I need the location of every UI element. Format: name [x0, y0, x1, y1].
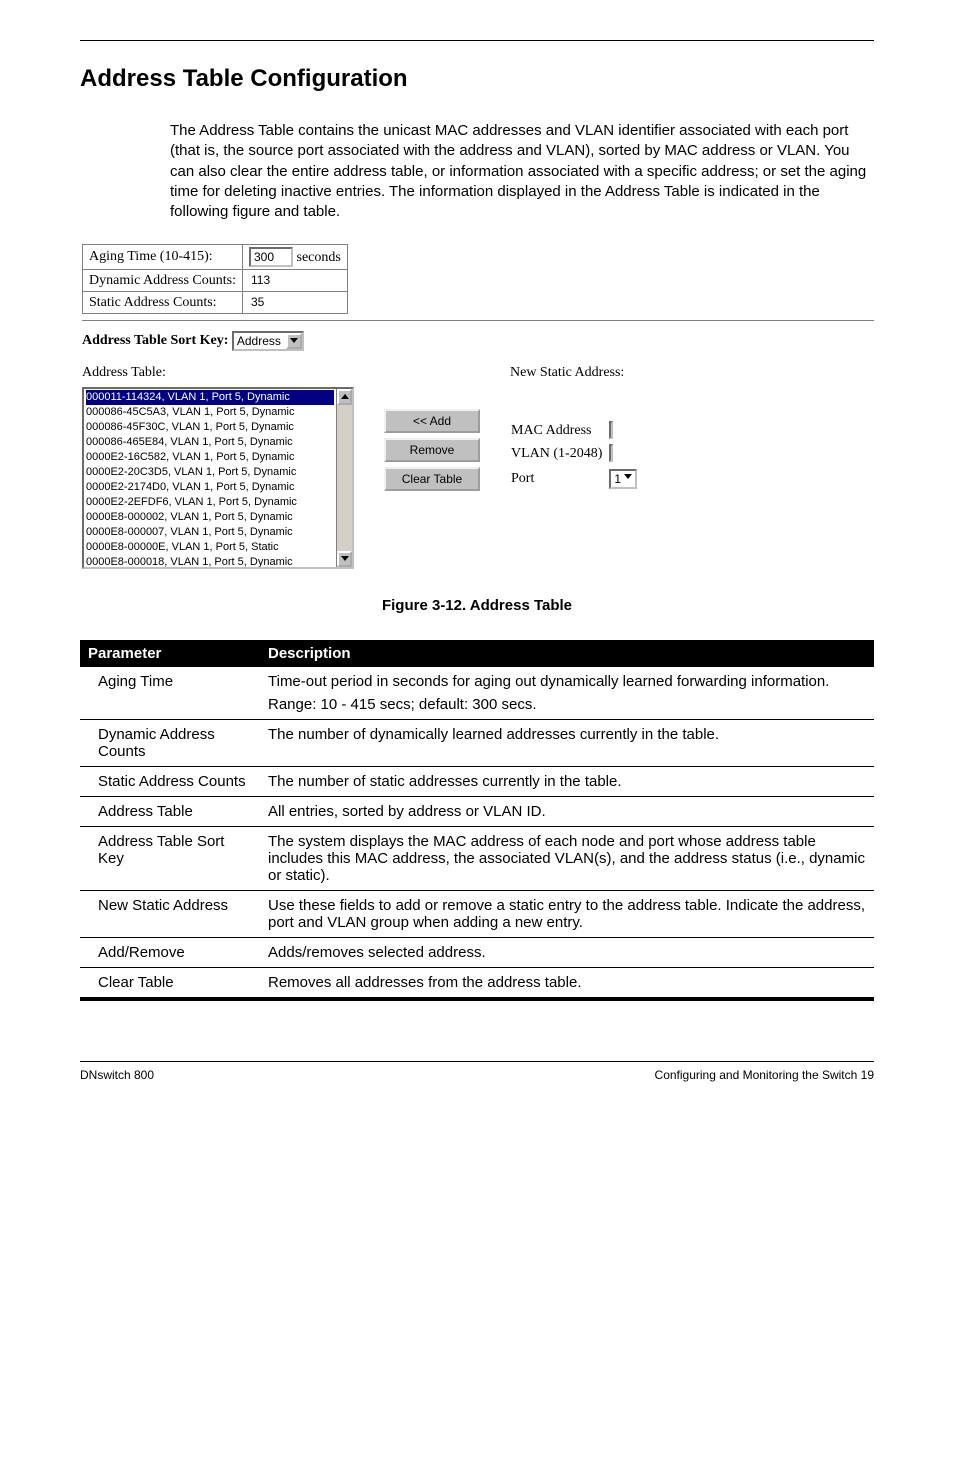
- top-rule: [80, 40, 874, 41]
- param-desc: All entries, sorted by address or VLAN I…: [260, 797, 874, 827]
- listbox-scrollbar[interactable]: [336, 389, 352, 567]
- footer-right: Configuring and Monitoring the Switch 19: [655, 1068, 874, 1082]
- col-description: Description: [260, 640, 874, 667]
- parameter-table: Parameter Description Aging Time Time-ou…: [80, 640, 874, 998]
- list-item[interactable]: 0000E8-000018, VLAN 1, Port 5, Dynamic: [86, 555, 334, 569]
- vlan-input[interactable]: [609, 444, 613, 462]
- param-name: Dynamic Address Counts: [80, 720, 260, 767]
- list-item[interactable]: 0000E2-20C3D5, VLAN 1, Port 5, Dynamic: [86, 465, 334, 480]
- remove-button[interactable]: Remove: [384, 438, 480, 462]
- scroll-up-icon[interactable]: [337, 389, 352, 405]
- param-name: Address Table: [80, 797, 260, 827]
- port-dropdown[interactable]: 1: [609, 469, 637, 489]
- param-desc-extra: Range: 10 - 415 secs; default: 300 secs.: [260, 692, 874, 720]
- ui-screenshot: Aging Time (10-415): 300 seconds Dynamic…: [82, 244, 874, 569]
- add-button[interactable]: << Add: [384, 409, 480, 433]
- param-desc: Adds/removes selected address.: [260, 938, 874, 968]
- mac-address-input[interactable]: [609, 421, 613, 439]
- list-item[interactable]: 0000E2-2EFDF6, VLAN 1, Port 5, Dynamic: [86, 495, 334, 510]
- list-item[interactable]: 000086-45F30C, VLAN 1, Port 5, Dynamic: [86, 420, 334, 435]
- param-name: Address Table Sort Key: [80, 827, 260, 891]
- chevron-down-icon: [286, 333, 302, 349]
- new-static-fields: MAC Address VLAN (1-2048) Port 1: [510, 417, 643, 495]
- dynamic-counts-label: Dynamic Address Counts:: [83, 270, 243, 292]
- sort-key-value: Address: [237, 334, 281, 348]
- param-desc: Removes all addresses from the address t…: [260, 968, 874, 998]
- port-value: 1: [614, 472, 621, 486]
- sort-key-dropdown[interactable]: Address: [232, 331, 304, 351]
- address-table-listbox[interactable]: 000011-114324, VLAN 1, Port 5, Dynamic 0…: [82, 387, 354, 569]
- figure-caption: Figure 3-12. Address Table: [80, 597, 874, 614]
- address-table-label: Address Table:: [82, 365, 354, 381]
- mac-address-label: MAC Address: [510, 422, 608, 440]
- port-label: Port: [510, 468, 608, 490]
- param-desc: Time-out period in seconds for aging out…: [260, 667, 874, 692]
- chevron-down-icon: [621, 471, 635, 487]
- param-desc: The number of static addresses currently…: [260, 767, 874, 797]
- scroll-down-icon[interactable]: [337, 551, 352, 567]
- clear-table-button[interactable]: Clear Table: [384, 467, 480, 491]
- list-item[interactable]: 0000E8-000007, VLAN 1, Port 5, Dynamic: [86, 525, 334, 540]
- page-footer: DNswitch 800 Configuring and Monitoring …: [80, 1061, 874, 1082]
- list-item[interactable]: 000086-465E84, VLAN 1, Port 5, Dynamic: [86, 435, 334, 450]
- param-name: New Static Address: [80, 891, 260, 938]
- param-name: Add/Remove: [80, 938, 260, 968]
- list-item[interactable]: 0000E8-00000E, VLAN 1, Port 5, Static: [86, 540, 334, 555]
- list-item[interactable]: 0000E8-000002, VLAN 1, Port 5, Dynamic: [86, 510, 334, 525]
- param-name: Static Address Counts: [80, 767, 260, 797]
- param-desc: The system displays the MAC address of e…: [260, 827, 874, 891]
- dynamic-counts-value: 113: [249, 273, 270, 287]
- footer-left: DNswitch 800: [80, 1068, 154, 1082]
- param-name: Aging Time: [80, 667, 260, 692]
- static-counts-value: 35: [249, 295, 264, 309]
- param-desc: The number of dynamically learned addres…: [260, 720, 874, 767]
- list-item[interactable]: 000086-45C5A3, VLAN 1, Port 5, Dynamic: [86, 405, 334, 420]
- param-name: Clear Table: [80, 968, 260, 998]
- sort-key-label: Address Table Sort Key:: [82, 333, 228, 348]
- vlan-label: VLAN (1-2048): [510, 445, 608, 463]
- aging-time-input[interactable]: 300: [249, 247, 293, 267]
- intro-paragraph: The Address Table contains the unicast M…: [170, 121, 874, 222]
- new-static-label: New Static Address:: [510, 365, 643, 381]
- list-item[interactable]: 000011-114324, VLAN 1, Port 5, Dynamic: [86, 390, 334, 405]
- aging-time-unit: seconds: [297, 250, 341, 265]
- page-title: Address Table Configuration: [80, 65, 874, 93]
- aging-table: Aging Time (10-415): 300 seconds Dynamic…: [82, 244, 348, 314]
- param-desc: Use these fields to add or remove a stat…: [260, 891, 874, 938]
- col-parameter: Parameter: [80, 640, 260, 667]
- sort-key-row: Address Table Sort Key: Address: [82, 331, 874, 351]
- list-item[interactable]: 0000E2-2174D0, VLAN 1, Port 5, Dynamic: [86, 480, 334, 495]
- aging-time-label: Aging Time (10-415):: [83, 245, 243, 270]
- static-counts-label: Static Address Counts:: [83, 292, 243, 314]
- list-item[interactable]: 0000E2-16C582, VLAN 1, Port 5, Dynamic: [86, 450, 334, 465]
